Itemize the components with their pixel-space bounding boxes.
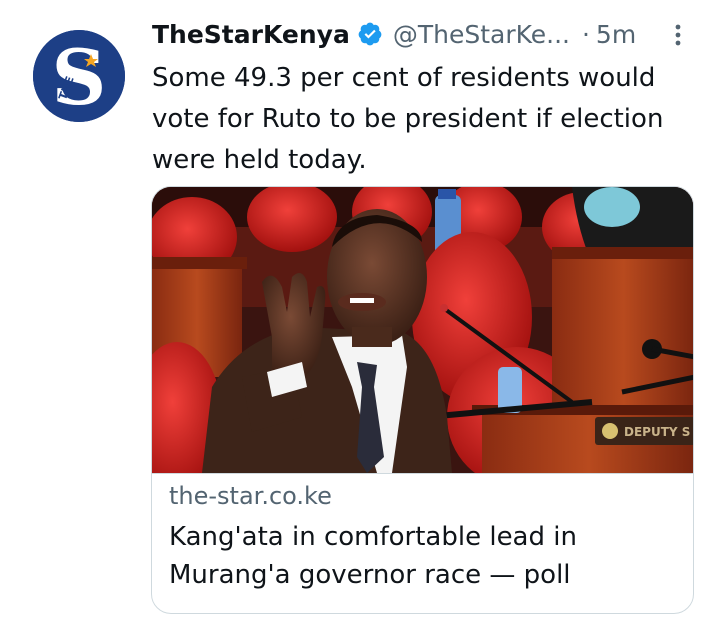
card-domain: the-star.co.ke (169, 482, 332, 510)
the-star-logo-icon: S THE (33, 30, 125, 122)
author-name[interactable]: TheStarKenya (152, 20, 350, 49)
link-card[interactable]: DEPUTY S the-star.co.ke Kang'ata in comf… (151, 186, 694, 614)
verified-badge-icon (357, 21, 383, 47)
separator-dot: · (581, 19, 590, 49)
tweet-header: TheStarKenya @TheStarKe... · 5m (152, 14, 692, 54)
card-title[interactable]: Kang'ata in comfortable lead in Murang'a… (169, 518, 679, 594)
svg-text:S: S (52, 33, 107, 122)
tweet-timestamp[interactable]: 5m (596, 20, 636, 49)
deputy-sign-text: DEPUTY S (624, 425, 690, 439)
tweet-text: Some 49.3 per cent of residents would vo… (152, 63, 664, 175)
author-handle[interactable]: @TheStarKe... (393, 20, 570, 49)
card-image: DEPUTY S (152, 187, 693, 473)
card-text-area[interactable]: the-star.co.ke Kang'ata in comfortable l… (152, 473, 693, 613)
more-options-icon[interactable] (668, 22, 688, 48)
avatar[interactable]: S THE (33, 30, 125, 122)
